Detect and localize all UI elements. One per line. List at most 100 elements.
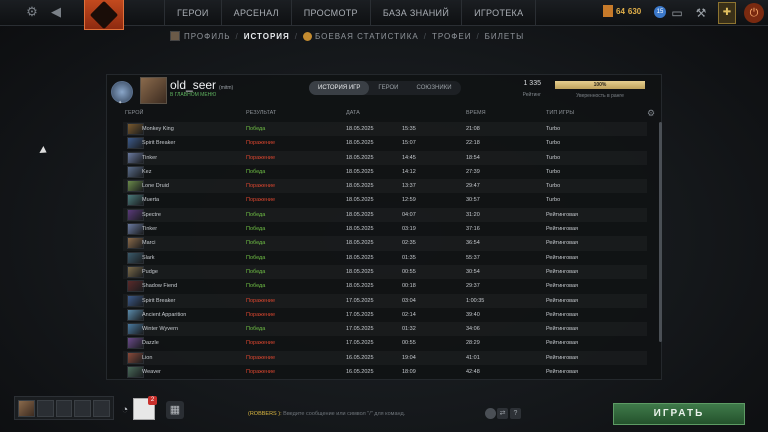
header-hero[interactable]: ГЕРОЙ — [125, 110, 143, 116]
match-time: 03:19 — [402, 226, 416, 233]
match-date: 17.05.2025 — [346, 340, 374, 347]
table-row[interactable]: Lion Поражение 16.05.2025 19:04 41:01 Рейтинг… — [123, 351, 647, 365]
game-type: Рейтинговая — [546, 354, 579, 361]
rank-medal-icon[interactable]: ✦ — [111, 81, 133, 106]
tab-history[interactable]: ИСТОРИЯ — [244, 32, 290, 41]
match-history-panel: ✦ old_seer (mitm) В ГЛАВНОМ МЕНЮ ИСТОРИЯ … — [106, 74, 662, 380]
table-row[interactable]: Lone Druid Поражение 18.05.2025 13:37 29:47 T… — [123, 179, 647, 193]
separator: / — [294, 31, 299, 41]
match-time: 01:32 — [402, 326, 416, 333]
level-badge[interactable]: 15 — [654, 6, 666, 18]
match-result: Победа — [246, 168, 266, 175]
hero-name: Pudge — [142, 268, 158, 275]
match-result: Поражение — [246, 197, 276, 204]
match-duration: 27:39 — [466, 168, 480, 175]
chat-input[interactable]: (ROBBERS ): Введите сообщение или символ… — [248, 411, 405, 417]
table-row[interactable]: Tinker Поражение 18.05.2025 14:45 18:54 Turbo — [123, 151, 647, 165]
currency-display[interactable]: 64 630 — [603, 5, 641, 17]
tab-heroes[interactable]: ГЕРОИ — [369, 81, 407, 95]
hero-name: Marci — [142, 240, 156, 247]
friends-button[interactable]: 2 — [133, 396, 157, 420]
confidence-value: 100% — [593, 82, 607, 88]
party-slot[interactable] — [36, 400, 54, 417]
party-slot[interactable] — [74, 400, 92, 417]
top-bar: ⚙ ◀ ГЕРОИ АРСЕНАЛ ПРОСМОТР БАЗА ЗНАНИЙ И… — [0, 0, 768, 30]
table-row[interactable]: Kez Победа 18.05.2025 14:12 27:39 Turbo — [123, 165, 647, 179]
match-result: Победа — [246, 126, 266, 132]
hero-name: Spectre — [142, 211, 161, 218]
emoji-icon[interactable] — [485, 408, 496, 419]
table-row[interactable]: Marci Победа 18.05.2025 02:35 36:54 Рейтингов… — [123, 236, 647, 250]
match-date: 18.05.2025 — [346, 240, 374, 247]
nav-learn[interactable]: БАЗА ЗНАНИЙ — [369, 0, 461, 26]
table-row[interactable]: Spirit Breaker Поражение 17.05.2025 03:04 1:… — [123, 294, 647, 308]
play-button[interactable]: ИГРАТЬ — [613, 403, 745, 425]
help-icon[interactable]: ? — [510, 408, 521, 419]
clock-icon[interactable]: ◔ — [116, 401, 134, 419]
avatar[interactable] — [140, 77, 167, 104]
match-duration: 18:54 — [466, 154, 480, 161]
party-slot[interactable] — [55, 400, 73, 417]
table-row[interactable]: Muerta Поражение 18.05.2025 12:59 30:57 Turbo — [123, 193, 647, 207]
match-date: 18.05.2025 — [346, 154, 374, 161]
gear-icon[interactable]: ⚙ — [647, 108, 655, 119]
game-type: Turbo — [546, 126, 561, 132]
nav-armory[interactable]: АРСЕНАЛ — [220, 0, 291, 26]
table-row[interactable]: Dazzle Поражение 17.05.2025 00:55 28:29 Рейти… — [123, 336, 647, 350]
settings-bar-icon[interactable]: ⚒ — [692, 4, 710, 22]
chat-wheel-icon[interactable]: ⇄ — [497, 408, 508, 419]
hero-name: Slark — [142, 254, 155, 261]
confidence-label: Уверенность в ранге — [576, 93, 624, 99]
match-duration: 55:37 — [466, 254, 480, 261]
table-row[interactable]: Shadow Fiend Победа 18.05.2025 00:18 29:37 Ре… — [123, 279, 647, 293]
nav-arcade[interactable]: ИГРОТЕКА — [461, 0, 537, 26]
history-tabs: ИСТОРИЯ ИГР ГЕРОИ СОЮЗНИКИ — [309, 81, 461, 95]
tab-profile[interactable]: ПРОФИЛЬ — [184, 32, 230, 41]
dota-logo[interactable] — [84, 0, 124, 30]
table-row[interactable]: Tinker Победа 18.05.2025 03:19 37:16 Рейтинго… — [123, 222, 647, 236]
shield-icon[interactable]: ✚ — [718, 2, 736, 24]
scrollbar[interactable] — [659, 122, 662, 342]
table-row[interactable]: Ancient Apparition Поражение 17.05.2025 02:… — [123, 308, 647, 322]
gear-icon[interactable]: ⚙ — [24, 4, 40, 20]
power-icon[interactable]: ⏻ — [744, 3, 764, 23]
match-date: 18.05.2025 — [346, 126, 374, 132]
tab-allies[interactable]: СОЮЗНИКИ — [408, 81, 461, 95]
match-date: 18.05.2025 — [346, 254, 374, 261]
table-row[interactable]: Weaver Поражение 16.05.2025 18:09 42:48 Рейти… — [123, 365, 647, 379]
player-name-text: old_seer — [170, 78, 217, 92]
chat-icon[interactable]: ▭ — [668, 4, 686, 22]
header-type[interactable]: ТИП ИГРЫ — [546, 110, 574, 116]
tab-tickets[interactable]: БИЛЕТЫ — [485, 32, 525, 41]
party-slot-self[interactable] — [18, 400, 35, 417]
match-date: 16.05.2025 — [346, 354, 374, 361]
header-date[interactable]: ДАТА — [346, 110, 360, 116]
table-row[interactable]: Winter Wyvern Победа 17.05.2025 01:32 34:06 Р… — [123, 322, 647, 336]
nav-watch[interactable]: ПРОСМОТР — [290, 0, 370, 26]
match-time: 15:35 — [402, 126, 416, 132]
tab-stats[interactable]: БОЕВАЯ СТАТИСТИКА — [315, 32, 419, 41]
profile-subnav: ПРОФИЛЬ / ИСТОРИЯ / БОЕВАЯ СТАТИСТИКА / … — [170, 29, 524, 43]
nav-heroes[interactable]: ГЕРОИ — [164, 0, 221, 26]
table-row[interactable]: Pudge Победа 18.05.2025 00:55 30:54 Рейтингов… — [123, 265, 647, 279]
table-row[interactable]: Slark Победа 18.05.2025 01:35 55:37 Рейтингов… — [123, 251, 647, 265]
match-time: 14:45 — [402, 154, 416, 161]
match-time: 15:07 — [402, 140, 416, 147]
table-row[interactable]: Monkey King Победа 18.05.2025 15:35 21:08 Tur… — [123, 122, 647, 136]
hero-name: Lone Druid — [142, 183, 169, 190]
match-result: Поражение — [246, 183, 276, 190]
tab-match-history[interactable]: ИСТОРИЯ ИГР — [309, 81, 370, 95]
header-result[interactable]: РЕЗУЛЬТАТ — [246, 110, 276, 116]
group-icon[interactable]: ▦ — [166, 401, 184, 419]
match-result: Поражение — [246, 369, 276, 376]
header-duration[interactable]: ВРЕМЯ — [466, 110, 486, 116]
back-icon[interactable]: ◀ — [48, 4, 64, 20]
match-date: 18.05.2025 — [346, 183, 374, 190]
rating-value: 1 335 — [523, 80, 541, 87]
table-row[interactable]: Spectre Победа 18.05.2025 04:07 31:20 Рейтинг… — [123, 208, 647, 222]
match-result: Победа — [246, 226, 266, 233]
table-row[interactable]: Spirit Breaker Поражение 18.05.2025 15:07 22… — [123, 136, 647, 150]
chat-channel[interactable]: (ROBBERS ): — [248, 411, 282, 417]
tab-trophies[interactable]: ТРОФЕИ — [432, 32, 471, 41]
party-slot[interactable] — [93, 400, 110, 417]
